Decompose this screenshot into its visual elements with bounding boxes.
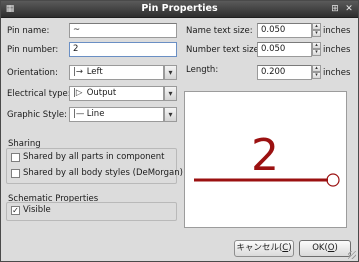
window-title: Pin Properties [141, 3, 218, 14]
length-input[interactable]: 0.200 [257, 65, 312, 80]
shared-all-parts-label[interactable]: Shared by all parts in component [23, 152, 165, 162]
graphic-style-label: Graphic Style: [7, 110, 68, 120]
electrical-type-label: Electrical type: [7, 89, 71, 99]
ok-accelerator: O [327, 243, 335, 253]
chevron-down-icon: ▾ [168, 110, 173, 119]
ok-button[interactable]: OK(O) [299, 240, 351, 257]
spin-up-icon[interactable]: ▴ [312, 65, 321, 72]
window-menu-icon[interactable]: ⊞ [329, 3, 341, 15]
resize-grip[interactable] [348, 251, 356, 259]
pin-preview-graphic: 2 [194, 130, 340, 187]
pin-name-input[interactable]: ~ [69, 23, 177, 38]
spin-up-icon[interactable]: ▴ [312, 23, 321, 30]
ok-button-label: OK [312, 243, 325, 253]
shared-body-styles-checkbox[interactable] [11, 169, 20, 178]
length-spinner[interactable]: ▴ ▾ [312, 65, 321, 80]
orientation-value: Left [86, 67, 103, 77]
shared-body-styles-label[interactable]: Shared by all body styles (DeMorgan) [23, 168, 183, 178]
chevron-down-icon: ▾ [168, 68, 173, 77]
number-text-size-label: Number text size: [186, 45, 262, 55]
pin-number-preview: 2 [251, 130, 279, 181]
number-text-size-unit: inches [323, 45, 351, 55]
visible-checkbox[interactable]: ✓ [11, 206, 20, 215]
pin-preview-canvas: 2 [184, 91, 347, 228]
cancel-accelerator: C [282, 243, 289, 253]
cancel-button[interactable]: キャンセル(C) [234, 240, 294, 257]
pin-number-label: Pin number: [7, 45, 59, 55]
electrical-type-value: Output [86, 88, 117, 98]
graphic-style-value: Line [86, 109, 105, 119]
cancel-button-label: キャンセル [236, 243, 279, 253]
orientation-label: Orientation: [7, 68, 58, 78]
name-text-size-label: Name text size: [186, 26, 253, 36]
pin-properties-dialog: ▦ Pin Properties ⊞ ✕ Pin name: ~ Pin num… [0, 0, 359, 262]
graphic-style-select[interactable]: |— Line [69, 107, 164, 122]
length-label: Length: [186, 65, 219, 75]
name-text-size-input[interactable]: 0.050 [257, 23, 312, 38]
output-pin-icon: |▷ [73, 88, 83, 98]
chevron-down-icon: ▾ [168, 89, 173, 98]
pin-end-circle [326, 173, 340, 187]
number-text-size-input[interactable]: 0.050 [257, 42, 312, 57]
spin-up-icon[interactable]: ▴ [312, 42, 321, 49]
graphic-style-dropdown-button[interactable]: ▾ [164, 107, 177, 122]
length-unit: inches [323, 68, 351, 78]
spin-down-icon[interactable]: ▾ [312, 30, 321, 37]
pin-number-input[interactable]: 2 [69, 42, 177, 57]
title-bar[interactable]: ▦ Pin Properties ⊞ ✕ [1, 1, 358, 18]
orientation-dropdown-button[interactable]: ▾ [164, 65, 177, 80]
close-icon[interactable]: ✕ [343, 3, 355, 15]
name-text-size-unit: inches [323, 26, 351, 36]
spin-down-icon[interactable]: ▾ [312, 49, 321, 56]
spin-down-icon[interactable]: ▾ [312, 72, 321, 79]
pin-name-label: Pin name: [7, 26, 50, 36]
orientation-select[interactable]: |→ Left [69, 65, 164, 80]
name-text-size-spinner[interactable]: ▴ ▾ [312, 23, 321, 38]
number-text-size-spinner[interactable]: ▴ ▾ [312, 42, 321, 57]
checkmark-icon: ✓ [12, 206, 19, 215]
electrical-type-select[interactable]: |▷ Output [69, 86, 164, 101]
visible-label[interactable]: Visible [23, 205, 51, 215]
shared-all-parts-checkbox[interactable] [11, 153, 20, 162]
line-style-icon: |— [73, 109, 85, 119]
orientation-left-icon: |→ [73, 67, 83, 77]
electrical-type-dropdown-button[interactable]: ▾ [164, 86, 177, 101]
